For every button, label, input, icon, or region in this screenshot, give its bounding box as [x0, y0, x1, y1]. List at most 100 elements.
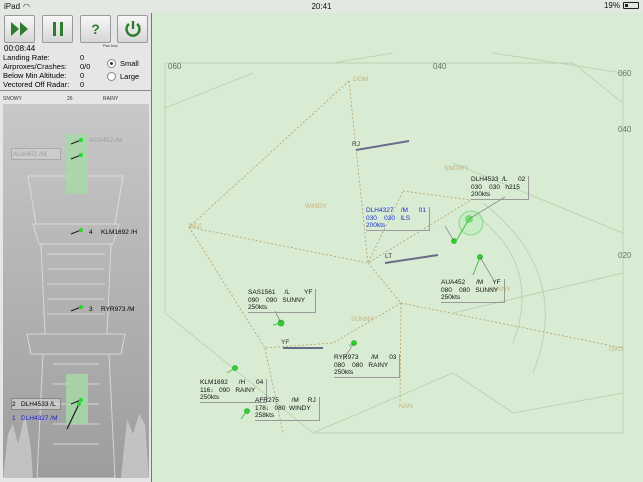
heading-label-020: 020 — [618, 251, 632, 260]
flight-tag-field: 116↓ — [200, 386, 214, 394]
flight-tag-field: SUNNY — [475, 286, 499, 294]
divider — [0, 90, 152, 91]
power-label: Pwr-box — [103, 43, 118, 48]
heading-label-060-left: 060 — [168, 62, 182, 71]
heading-label-060-right: 060 — [618, 69, 632, 78]
flight-tag-field: RJ — [307, 397, 316, 404]
fast-forward-button[interactable] — [4, 15, 35, 43]
flight-tag-aua452[interactable]: AUA452 /M YF 080 080 SUNNY 250kts — [441, 279, 505, 303]
flight-tag-field: DLH4327 — [366, 207, 394, 214]
waypoint-snowy: SNOWY — [444, 165, 469, 172]
flight-tag-field: 250kts — [248, 304, 268, 311]
flight-tag-field: 02 — [518, 176, 526, 183]
flight-tag-field: SAS1561 — [248, 289, 276, 296]
control-panel: ? Pwr-box 00:08:44 Landing Rate: 0 Airpro… — [0, 13, 152, 482]
question-icon: ? — [91, 21, 100, 37]
pause-button[interactable] — [42, 15, 73, 43]
flight-tag-field: ILS — [400, 214, 411, 222]
flight-tag-field: WINDY — [289, 404, 311, 412]
flight-tag-field: h215 — [505, 183, 520, 191]
flight-tag-field: /H — [238, 379, 246, 386]
flight-tag-field: 080 — [459, 286, 470, 294]
waypoint-oxd: OXD — [609, 346, 624, 353]
status-time: 20:41 — [311, 2, 332, 11]
heading-label-040-right: 040 — [618, 125, 632, 134]
flight-tag-field: /L — [502, 176, 508, 183]
flight-tag-field: 080 — [352, 361, 363, 369]
radio-small[interactable] — [107, 59, 116, 68]
waypoint-bec: BEC — [189, 223, 203, 230]
weather-center: 26 — [67, 96, 73, 102]
flight-tag-afr275[interactable]: AFR275 /M RJ 178↓ 080 WINDY 258kts — [255, 397, 320, 421]
flight-tag-field: 250kts — [334, 369, 354, 376]
help-button[interactable]: ? — [80, 15, 111, 43]
flight-tag-field: /M — [371, 354, 379, 361]
flight-tag-field: 030 — [471, 183, 482, 191]
flight-tag-field: RAINY — [235, 386, 256, 394]
flight-tag-field: /L — [284, 289, 290, 296]
stat-landing-rate: Landing Rate: 0 — [3, 53, 85, 62]
flight-tag-field: 030 — [384, 214, 395, 222]
size-small-option[interactable]: Small — [107, 59, 139, 68]
stat-below-min-alt: Below Min Altitude: 0 — [3, 71, 85, 80]
size-large-option[interactable]: Large — [107, 72, 139, 81]
flight-tag-field: 090 — [248, 296, 259, 304]
status-bar: iPad ◠ 20:41 19% — [0, 0, 643, 13]
stat-airproxes: Airproxes/Crashes: 0/0 — [3, 62, 91, 71]
flight-tag-field: 04 — [256, 379, 264, 386]
flight-tag-field: KLM1692 — [200, 379, 228, 386]
flight-tag-field: 080 — [274, 404, 286, 412]
flight-tag-field: 080 — [441, 286, 452, 294]
weather-left: SNOWY — [3, 96, 22, 102]
flight-tag-field: 250kts — [441, 294, 461, 301]
radar-scope[interactable]: 060 040 060 040 020 DOM SNOWY WINDY SUNN… — [153, 13, 643, 482]
flight-tag-field: AUA452 — [441, 279, 466, 286]
fast-forward-icon — [10, 22, 28, 36]
queue-blips — [66, 138, 83, 430]
flight-tag-field: 030 — [366, 214, 377, 222]
flight-tag-field: YF — [304, 289, 313, 296]
flight-tag-field: AFR275 — [255, 397, 279, 404]
flight-tag-field: DLH4533 — [471, 176, 499, 183]
waypoint-nan: NAN — [399, 403, 413, 410]
screen: iPad ◠ 20:41 19% ? Pwr-box 00:08:44 Land… — [0, 0, 643, 482]
power-button[interactable] — [117, 15, 148, 43]
flight-tag-field: RAINY — [368, 361, 389, 369]
flight-tag-field: /M — [476, 279, 484, 286]
flight-tag-field: 03 — [389, 354, 397, 361]
radio-large[interactable] — [107, 72, 116, 81]
flight-tag-sas1561[interactable]: SAS1561 /L YF 090 090 SUNNY 250kts — [248, 289, 317, 313]
flight-tag-dlh4327[interactable]: DLH4327 /M 01 030 030 ILS 200kts — [366, 207, 431, 231]
flight-tag-field: SUNNY — [282, 296, 306, 304]
flight-tag-dlh4533[interactable]: DLH4533 /L 02 030 030 h215 200kts — [471, 176, 530, 200]
tower-queue: AUA452 /M AUA452 /M 4 KLM1692 /H 3 RYR97… — [3, 104, 149, 478]
power-icon — [124, 21, 141, 37]
runway-yf: YF — [281, 339, 290, 346]
game-timer: 00:08:44 — [4, 44, 36, 53]
flight-tag-field: 258kts — [255, 412, 275, 419]
battery-percent: 19% — [603, 1, 620, 10]
flight-tag-field: 090 — [266, 296, 277, 304]
heading-label-040-top: 040 — [433, 62, 447, 71]
weather-right: RAINY — [103, 96, 119, 102]
waypoint-sunny: SUNNY — [351, 316, 374, 323]
pause-icon — [52, 22, 63, 36]
flight-tag-field: 080 — [334, 361, 345, 369]
runway-rj: RJ — [352, 141, 360, 148]
flight-tag-field: /M — [291, 397, 299, 404]
flight-tag-field: 178↓ — [255, 404, 270, 412]
runway-lt: LT — [385, 253, 393, 260]
stat-vectored-off: Vectored Off Radar: 0 — [3, 80, 85, 89]
flight-tag-field: /M — [400, 207, 408, 214]
flight-tag-ryr973[interactable]: RYR973 /M 03 080 080 RAINY 250kts — [334, 354, 401, 378]
flight-tag-field: 01 — [418, 207, 427, 214]
flight-tag-field: 030 — [489, 183, 500, 191]
radar-map — [164, 52, 624, 434]
flight-tag-field: 250kts — [200, 394, 220, 401]
flight-tag-field: YF — [492, 279, 501, 286]
battery-icon — [623, 2, 639, 9]
flight-tag-field: RYR973 — [334, 354, 359, 361]
flight-tag-field: 090 — [219, 386, 230, 394]
flight-tag-field: 200kts — [471, 191, 491, 198]
waypoint-windy: WINDY — [305, 203, 327, 210]
